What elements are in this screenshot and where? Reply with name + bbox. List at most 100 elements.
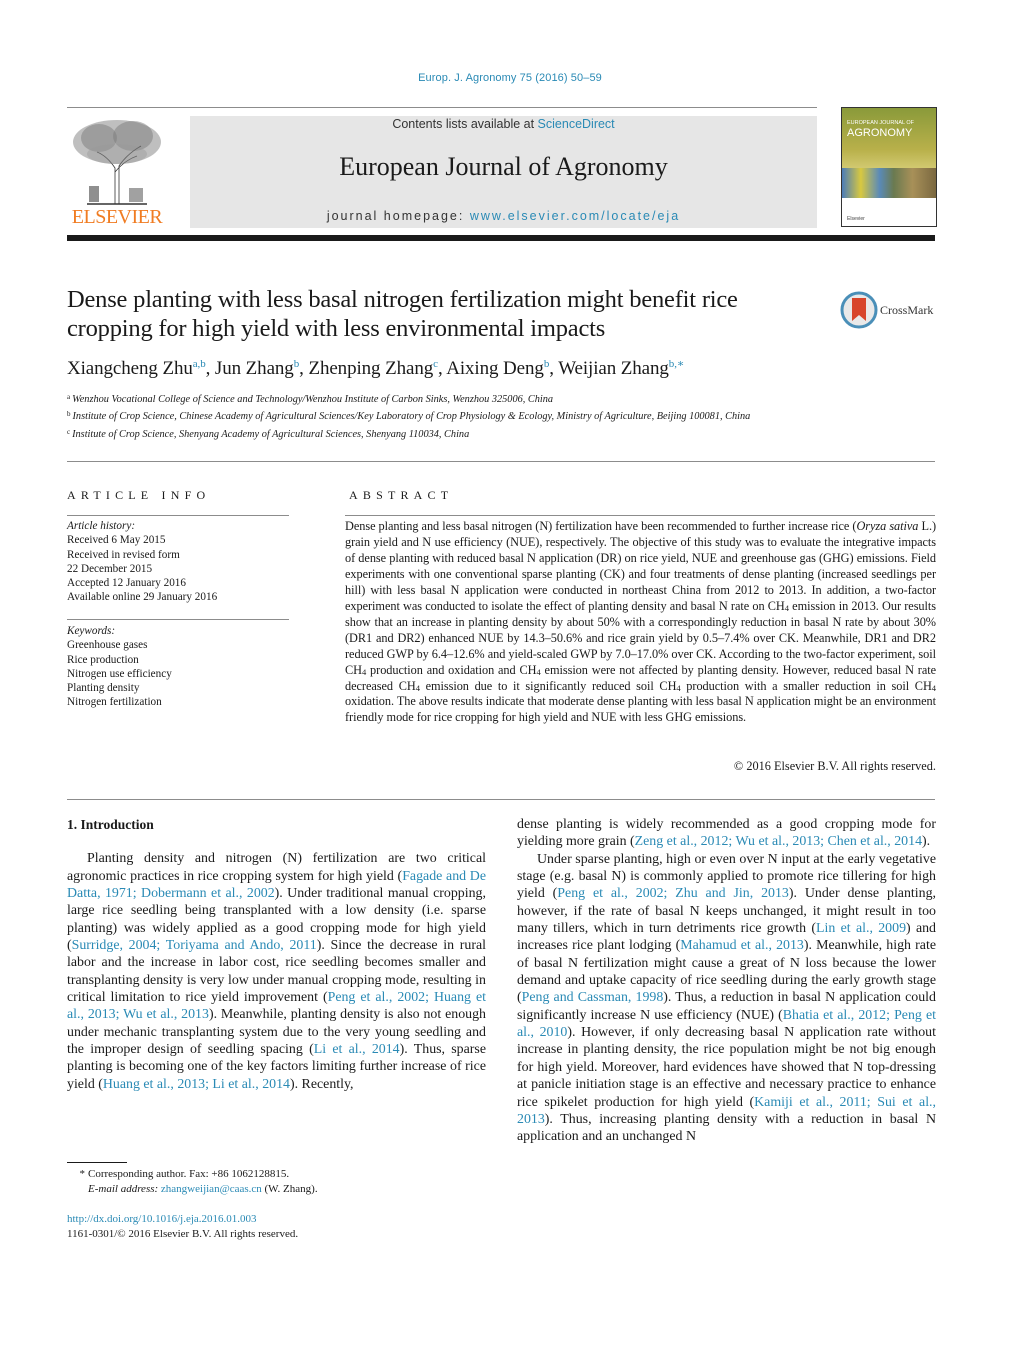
affiliation-item: a Wenzhou Vocational College of Science a… [67, 390, 867, 407]
article-history: Article history: Received 6 May 2015 Rece… [67, 519, 289, 605]
crossmark-label: CrossMark [880, 303, 934, 317]
footnote: * Corresponding author. Fax: +86 10621288… [67, 1167, 487, 1197]
cover-footer: Elsevier [847, 216, 865, 222]
author-separator: , [549, 358, 559, 379]
contents-prefix: Contents lists available at [392, 117, 538, 131]
corresponding-author-note: * Corresponding author. Fax: +86 10621288… [67, 1167, 487, 1182]
section-heading-introduction: 1. Introduction [67, 817, 154, 832]
elsevier-wordmark: ELSEVIER [71, 206, 163, 228]
abstract-heading: ABSTRACT [349, 488, 454, 502]
author-affiliation-marker[interactable]: a,b [193, 358, 206, 370]
affiliation-key: b [67, 410, 71, 419]
cover-title-line2: AGRONOMY [847, 127, 913, 139]
affiliation-item: b Institute of Crop Science, Chinese Acad… [67, 407, 867, 424]
keywords-label: Keywords: [67, 625, 116, 637]
citation-link[interactable]: Mahamud et al., 2013 [680, 938, 804, 953]
journal-homepage: journal homepage: www.elsevier.com/locat… [190, 209, 817, 223]
section-rule [67, 461, 935, 462]
article-info-rule [67, 515, 289, 516]
keywords-rule [67, 619, 289, 620]
affiliations: a Wenzhou Vocational College of Science a… [67, 390, 867, 442]
journal-cover-image[interactable]: EUROPEAN JOURNAL OF AGRONOMY Elsevier [841, 107, 937, 227]
keywords-block: Keywords: Greenhouse gases Rice productio… [67, 624, 289, 710]
abstract-bottom-rule [67, 799, 935, 800]
journal-title: European Journal of Agronomy [339, 152, 668, 181]
abstract-rule [345, 515, 935, 516]
homepage-prefix: journal homepage: [326, 209, 470, 223]
citation-link[interactable]: Peng et al., 2002; Zhu and Jin, 2013 [557, 886, 789, 901]
keyword-item[interactable]: Rice production [67, 653, 289, 667]
footnote-star: * [79, 1168, 86, 1180]
author-name[interactable]: Zhenping Zhang [308, 358, 433, 379]
keywords-list: Greenhouse gases Rice production Nitrogen … [67, 638, 289, 709]
body-text: ). Thus, increasing planting density wit… [517, 1111, 936, 1145]
author-name[interactable]: Weijian Zhang [558, 358, 669, 379]
body-text: ). Recently, [289, 1076, 354, 1092]
abstract-segment: oxidation. The above results indicate th… [345, 694, 936, 725]
author-affiliation-marker[interactable]: b,∗ [669, 358, 685, 370]
header-thick-rule [67, 235, 935, 241]
article-title: Dense planting with less basal nitrogen … [67, 286, 738, 342]
cover-photo-strip [842, 168, 936, 198]
corresponding-text: Corresponding author. Fax: +86 106212881… [88, 1168, 290, 1180]
body-column-left: 1. Introduction Planting density and nit… [67, 816, 486, 1093]
affiliation-item: c Institute of Crop Science, Shenyang Aca… [67, 425, 867, 442]
sciencedirect-link[interactable]: ScienceDirect [538, 117, 615, 131]
crossmark-icon [840, 291, 878, 329]
keyword-item[interactable]: Planting density [67, 681, 289, 695]
journal-citation[interactable]: Europ. J. Agronomy 75 (2016) 50–59 [0, 72, 1020, 84]
body-text: ). [922, 834, 931, 850]
author-name[interactable]: Aixing Deng [446, 358, 544, 379]
history-item: Received in revised form [67, 548, 180, 561]
contents-line: Contents lists available at ScienceDirec… [190, 117, 817, 131]
body-column-right: dense planting is widely recommended as … [517, 816, 936, 1146]
citation-link[interactable]: Surridge, 2004; Toriyama and Ando, 2011 [72, 938, 317, 953]
author-separator: , [437, 358, 447, 379]
footnote-rule [67, 1162, 127, 1163]
doi-link[interactable]: http://dx.doi.org/10.1016/j.eja.2016.01.… [67, 1213, 257, 1225]
homepage-link[interactable]: www.elsevier.com/locate/eja [470, 209, 680, 223]
author-separator: , [205, 358, 215, 379]
author-list: Xiangcheng Zhua,b, Jun Zhangb, Zhenping … [67, 357, 684, 380]
affiliation-text: Institute of Crop Science, Shenyang Acad… [72, 428, 470, 440]
citation-link[interactable]: Peng and Cassman, 1998 [522, 990, 664, 1005]
crossmark-button[interactable]: CrossMark [840, 291, 940, 331]
abstract-subscript: 4 [931, 682, 936, 693]
abstract-text: Dense planting and less basal nitrogen (… [345, 519, 936, 726]
history-item: Accepted 12 January 2016 [67, 577, 186, 590]
citation-link[interactable]: Huang et al., 2013; Li et al., 2014 [103, 1077, 290, 1092]
abstract-segment: production with a smaller reduction in s… [680, 678, 932, 693]
body-paragraph: Planting density and nitrogen (N) fertil… [67, 850, 486, 1093]
header-rule [67, 107, 817, 108]
citation-link[interactable]: Zeng et al., 2012; Wu et al., 2013; Chen… [635, 834, 922, 849]
left-paragraphs: Planting density and nitrogen (N) fertil… [67, 850, 486, 1093]
issn-copyright: 1161-0301/© 2016 Elsevier B.V. All right… [67, 1228, 299, 1240]
author-name[interactable]: Xiangcheng Zhu [67, 358, 193, 379]
author-name[interactable]: Jun Zhang [215, 358, 294, 379]
email-label: E-mail address: [88, 1183, 159, 1195]
doi-block: http://dx.doi.org/10.1016/j.eja.2016.01.… [67, 1212, 298, 1242]
history-item: Received 6 May 2015 [67, 534, 166, 547]
history-list: Received 6 May 2015 Received in revised f… [67, 533, 289, 604]
cover-title-line1: EUROPEAN JOURNAL OF [847, 120, 915, 126]
abstract-segment: production and oxidation and CH [366, 662, 537, 677]
right-paragraphs: dense planting is widely recommended as … [517, 816, 936, 1146]
article-info-heading: ARTICLE INFO [67, 488, 211, 502]
keyword-item[interactable]: Nitrogen fertilization [67, 695, 289, 709]
affiliation-key: c [67, 427, 71, 436]
abstract-italic: Oryza sativa [856, 519, 919, 533]
keyword-item[interactable]: Greenhouse gases [67, 638, 289, 652]
email-suffix: (W. Zhang). [261, 1183, 318, 1195]
citation-link[interactable]: Li et al., 2014 [314, 1042, 400, 1057]
email-link[interactable]: zhangweijian@caas.cn [161, 1183, 262, 1195]
affiliation-key: a [67, 393, 71, 401]
abstract-segment: emission due to it significantly reduced… [419, 678, 677, 693]
history-label: Article history: [67, 520, 136, 532]
history-item: Available online 29 January 2016 [67, 591, 218, 604]
affiliation-text: Wenzhou Vocational College of Science an… [72, 394, 554, 405]
body-paragraph: Under sparse planting, high or even over… [517, 851, 936, 1146]
affiliation-text: Institute of Crop Science, Chinese Acade… [72, 411, 751, 423]
keyword-item[interactable]: Nitrogen use efficiency [67, 667, 289, 681]
abstract-copyright: © 2016 Elsevier B.V. All rights reserved… [733, 759, 936, 773]
citation-link[interactable]: Lin et al., 2009 [816, 921, 906, 936]
